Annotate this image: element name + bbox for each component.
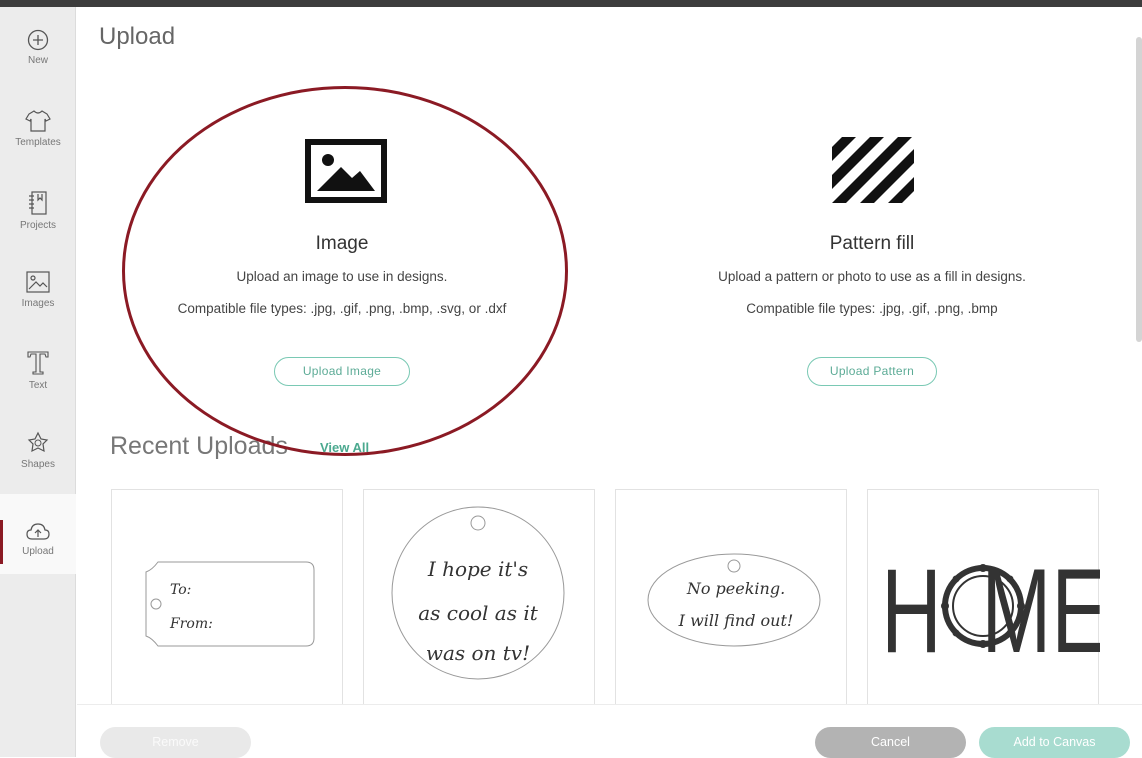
card-text-line: From: — [169, 616, 213, 632]
card-text-line: I hope it's — [427, 557, 528, 581]
pattern-upload-option: Pattern fill Upload a pattern or photo t… — [657, 127, 1087, 386]
view-all-link[interactable]: View All — [320, 440, 369, 455]
recent-upload-card-2[interactable]: I hope it's as cool as it was on tv! — [363, 489, 595, 709]
card-text-line: was on tv! — [426, 641, 530, 665]
sidebar-item-label: Images — [21, 298, 55, 309]
text-t-icon — [0, 350, 76, 376]
image-icon — [0, 270, 76, 294]
oval-tag-thumbnail: No peeking. I will find out! — [647, 553, 821, 647]
sidebar-item-label: Shapes — [21, 459, 55, 470]
card-text-line: as cool as it — [418, 601, 539, 625]
sidebar-item-projects[interactable]: Projects — [0, 190, 76, 270]
plus-circle-icon — [0, 29, 76, 51]
recent-upload-card-3[interactable]: No peeking. I will find out! — [615, 489, 847, 709]
upload-image-button[interactable]: Upload Image — [273, 357, 411, 386]
card-text-line: ME — [981, 543, 1100, 677]
shapes-icon — [0, 431, 76, 455]
picture-frame-icon — [305, 139, 387, 208]
footer-bar: Remove Cancel Add to Canvas — [77, 704, 1142, 758]
card-text-line: H — [881, 543, 942, 677]
sidebar-item-label: Templates — [15, 137, 61, 148]
notebook-icon — [0, 190, 76, 216]
sidebar-item-label: New — [27, 55, 48, 66]
pattern-option-description: Upload a pattern or photo to use as a fi… — [718, 269, 1026, 284]
cancel-button[interactable]: Cancel — [815, 727, 966, 758]
pattern-option-title: Pattern fill — [829, 233, 915, 254]
sidebar-item-label: Upload — [22, 546, 54, 557]
round-tag-thumbnail: I hope it's as cool as it was on tv! — [391, 506, 565, 680]
sidebar-item-templates[interactable]: Templates — [0, 109, 76, 189]
image-option-file-types: Compatible file types: .jpg, .gif, .png,… — [177, 301, 507, 316]
sidebar-item-upload[interactable]: Upload — [0, 494, 76, 574]
left-sidebar: New Templates Projects Images Text Shape… — [0, 7, 76, 757]
top-bar — [0, 0, 1142, 7]
cloud-upload-icon — [0, 522, 76, 542]
upload-panel: Upload Image Upload an image to use in d… — [77, 7, 1142, 758]
recent-uploads-heading: Recent Uploads — [110, 432, 288, 460]
tshirt-icon — [0, 109, 76, 133]
sidebar-item-label: Projects — [19, 220, 57, 231]
gift-tag-thumbnail: To: From: — [145, 561, 315, 647]
image-upload-option: Image Upload an image to use in designs.… — [127, 127, 557, 386]
recent-upload-card-1[interactable]: To: From: — [111, 489, 343, 709]
upload-pattern-button[interactable]: Upload Pattern — [806, 357, 938, 386]
remove-button[interactable]: Remove — [100, 727, 251, 758]
card-text-line: I will find out! — [678, 611, 794, 630]
sidebar-item-text[interactable]: Text — [0, 350, 76, 430]
home-wreath-thumbnail: H ME — [881, 543, 1100, 677]
sidebar-item-images[interactable]: Images — [0, 270, 76, 350]
card-text-line: To: — [170, 582, 191, 598]
diagonal-stripes-icon — [832, 137, 914, 208]
page-title: Upload — [99, 23, 176, 50]
recent-upload-card-4[interactable]: H ME — [867, 489, 1100, 709]
card-text-line: No peeking. — [686, 579, 785, 598]
image-option-title: Image — [315, 233, 369, 254]
highlight-edge-mark — [0, 520, 4, 564]
sidebar-item-label: Text — [28, 380, 48, 391]
image-option-description: Upload an image to use in designs. — [236, 269, 448, 284]
scrollbar-thumb[interactable] — [1136, 37, 1142, 342]
add-to-canvas-button[interactable]: Add to Canvas — [979, 727, 1130, 758]
pattern-option-file-types: Compatible file types: .jpg, .gif, .png,… — [746, 301, 998, 316]
sidebar-item-new[interactable]: New — [0, 29, 76, 109]
